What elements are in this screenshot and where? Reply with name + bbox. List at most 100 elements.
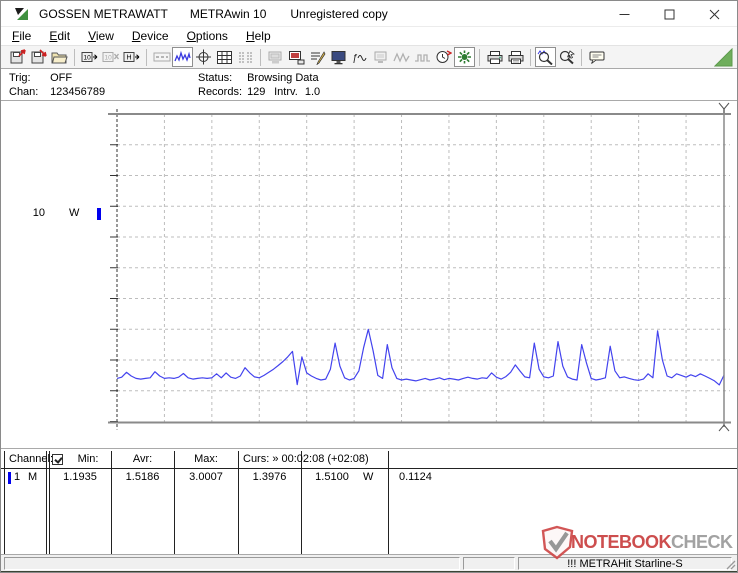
zoom-selector-button[interactable] bbox=[556, 47, 577, 67]
table-vline bbox=[238, 451, 239, 554]
status-ok-triangle-icon bbox=[714, 48, 733, 67]
channel-cursor-diff-value: 0.1124 bbox=[399, 471, 432, 483]
channel-color-swatch bbox=[8, 472, 11, 484]
timer-clock-button[interactable] bbox=[433, 47, 454, 67]
read-device-10-icon: 10 bbox=[81, 49, 99, 65]
table-view-icon bbox=[216, 50, 233, 65]
data-trace bbox=[117, 329, 724, 385]
records-value: 129 bbox=[247, 86, 269, 98]
trig-value: OFF bbox=[50, 72, 72, 84]
resize-grip[interactable] bbox=[724, 558, 736, 570]
waveform-steps-button[interactable] bbox=[412, 47, 433, 67]
toolbar-separator bbox=[74, 49, 75, 66]
table-vline bbox=[174, 451, 175, 554]
menu-file[interactable]: File bbox=[3, 28, 40, 44]
minimize-button[interactable] bbox=[602, 1, 647, 27]
table-view-button[interactable] bbox=[214, 47, 235, 67]
tooltip-help-button[interactable] bbox=[586, 47, 607, 67]
chart-view-icon bbox=[174, 50, 191, 65]
numeric-display-view-button[interactable] bbox=[151, 47, 172, 67]
chart-panel: 10 W 0 W HH:MM:SS 00:00:0000:00:1000:00:… bbox=[1, 101, 737, 449]
svg-text:ƒ: ƒ bbox=[352, 53, 358, 64]
title-app-name: GOSSEN METRAWATT bbox=[39, 7, 168, 21]
read-device-10-cancel-button[interactable]: 10 bbox=[100, 47, 121, 67]
channel-visible-checkbox[interactable] bbox=[52, 454, 63, 465]
device-offline-button[interactable] bbox=[370, 47, 391, 67]
waveform-steps-icon bbox=[414, 50, 431, 65]
menu-view[interactable]: View bbox=[79, 28, 123, 44]
crosshair-icon bbox=[195, 49, 212, 65]
read-device-hold-button[interactable]: H bbox=[121, 47, 142, 67]
title-bar: GOSSEN METRAWATT METRAwin 10 Unregistere… bbox=[1, 1, 737, 27]
trig-label: Trig: bbox=[9, 72, 47, 84]
print-preview-button[interactable] bbox=[505, 47, 526, 67]
svg-text:10: 10 bbox=[83, 55, 91, 62]
status-bar: !!! METRAHit Starline-S bbox=[1, 554, 737, 571]
print-button[interactable] bbox=[484, 47, 505, 67]
monitor-display-button[interactable] bbox=[328, 47, 349, 67]
save-file-button[interactable] bbox=[28, 47, 49, 67]
watermark-word-secondary: CHECK bbox=[671, 532, 733, 552]
toolbar-separator bbox=[530, 49, 531, 66]
title-product: METRAwin 10 bbox=[190, 7, 266, 21]
channel-id[interactable]: 1 bbox=[14, 471, 20, 483]
info-bar: Trig: OFF Chan: 123456789 Status: Browsi… bbox=[1, 69, 737, 101]
zoom-waveform-button[interactable] bbox=[535, 47, 556, 67]
maximize-button[interactable] bbox=[647, 1, 692, 27]
interval-label: Intrv. bbox=[274, 86, 298, 98]
timer-clock-icon bbox=[435, 49, 452, 65]
menu-device[interactable]: Device bbox=[123, 28, 178, 44]
y-axis-top-marker[interactable] bbox=[97, 208, 101, 220]
print-screen-button[interactable] bbox=[265, 47, 286, 67]
records-label: Records: bbox=[198, 86, 244, 98]
menu-edit[interactable]: Edit bbox=[40, 28, 79, 44]
save-file-icon bbox=[30, 49, 47, 65]
toolbar-separator bbox=[581, 49, 582, 66]
signal-function-button[interactable]: ƒ bbox=[349, 47, 370, 67]
device-status-text: !!! METRAHit Starline-S bbox=[567, 558, 683, 570]
open-file-button[interactable] bbox=[7, 47, 28, 67]
waveform-peaks-icon bbox=[393, 50, 410, 65]
recorder-active-button[interactable] bbox=[454, 47, 475, 67]
waveform-peaks-button[interactable] bbox=[391, 47, 412, 67]
value-list-view-button[interactable] bbox=[235, 47, 256, 67]
read-device-10-button[interactable]: 10 bbox=[79, 47, 100, 67]
channel-cursor-unit: W bbox=[363, 471, 373, 483]
maximize-icon bbox=[664, 9, 675, 20]
recorder-active-icon bbox=[456, 49, 473, 65]
table-vline bbox=[4, 451, 5, 554]
status-panel-secondary bbox=[463, 557, 515, 570]
screen-capture-button[interactable] bbox=[286, 47, 307, 67]
table-vline bbox=[111, 451, 112, 554]
metrawin-window: GOSSEN METRAWATT METRAwin 10 Unregistere… bbox=[0, 0, 738, 573]
close-icon bbox=[709, 9, 720, 20]
channel-avr-value: 1.5186 bbox=[111, 471, 174, 483]
zoom-waveform-icon bbox=[537, 49, 555, 65]
crosshair-cursor-button[interactable] bbox=[193, 47, 214, 67]
col-header-cursor: Curs: » 00:02:08 (+02:08) bbox=[243, 453, 369, 465]
col-header-avr: Avr: bbox=[111, 453, 174, 465]
table-vline bbox=[49, 451, 50, 554]
toolbar-separator bbox=[260, 49, 261, 66]
status-panel-main bbox=[4, 557, 460, 570]
chart-view-button[interactable] bbox=[172, 47, 193, 67]
minimize-icon bbox=[619, 9, 630, 20]
menu-options[interactable]: Options bbox=[178, 28, 237, 44]
title-license: Unregistered copy bbox=[290, 7, 387, 21]
chan-label: Chan: bbox=[9, 86, 47, 98]
print-icon bbox=[486, 50, 504, 65]
print-preview-icon bbox=[507, 50, 525, 65]
app-icon bbox=[14, 6, 30, 22]
toolbar-separator bbox=[479, 49, 480, 66]
toolbar: 10 10 H ƒ bbox=[1, 46, 737, 69]
watermark-word-primary: NOTEBOOK bbox=[571, 532, 671, 552]
y-axis-top-label: 10 bbox=[25, 207, 45, 219]
channel-mode: M bbox=[28, 471, 37, 483]
menu-help[interactable]: Help bbox=[237, 28, 280, 44]
table-vline bbox=[388, 451, 389, 554]
table-vline bbox=[46, 451, 47, 554]
open-folder-button[interactable] bbox=[49, 47, 70, 67]
channel-list-edit-button[interactable] bbox=[307, 47, 328, 67]
svg-text:10: 10 bbox=[104, 55, 112, 62]
close-button[interactable] bbox=[692, 1, 737, 27]
